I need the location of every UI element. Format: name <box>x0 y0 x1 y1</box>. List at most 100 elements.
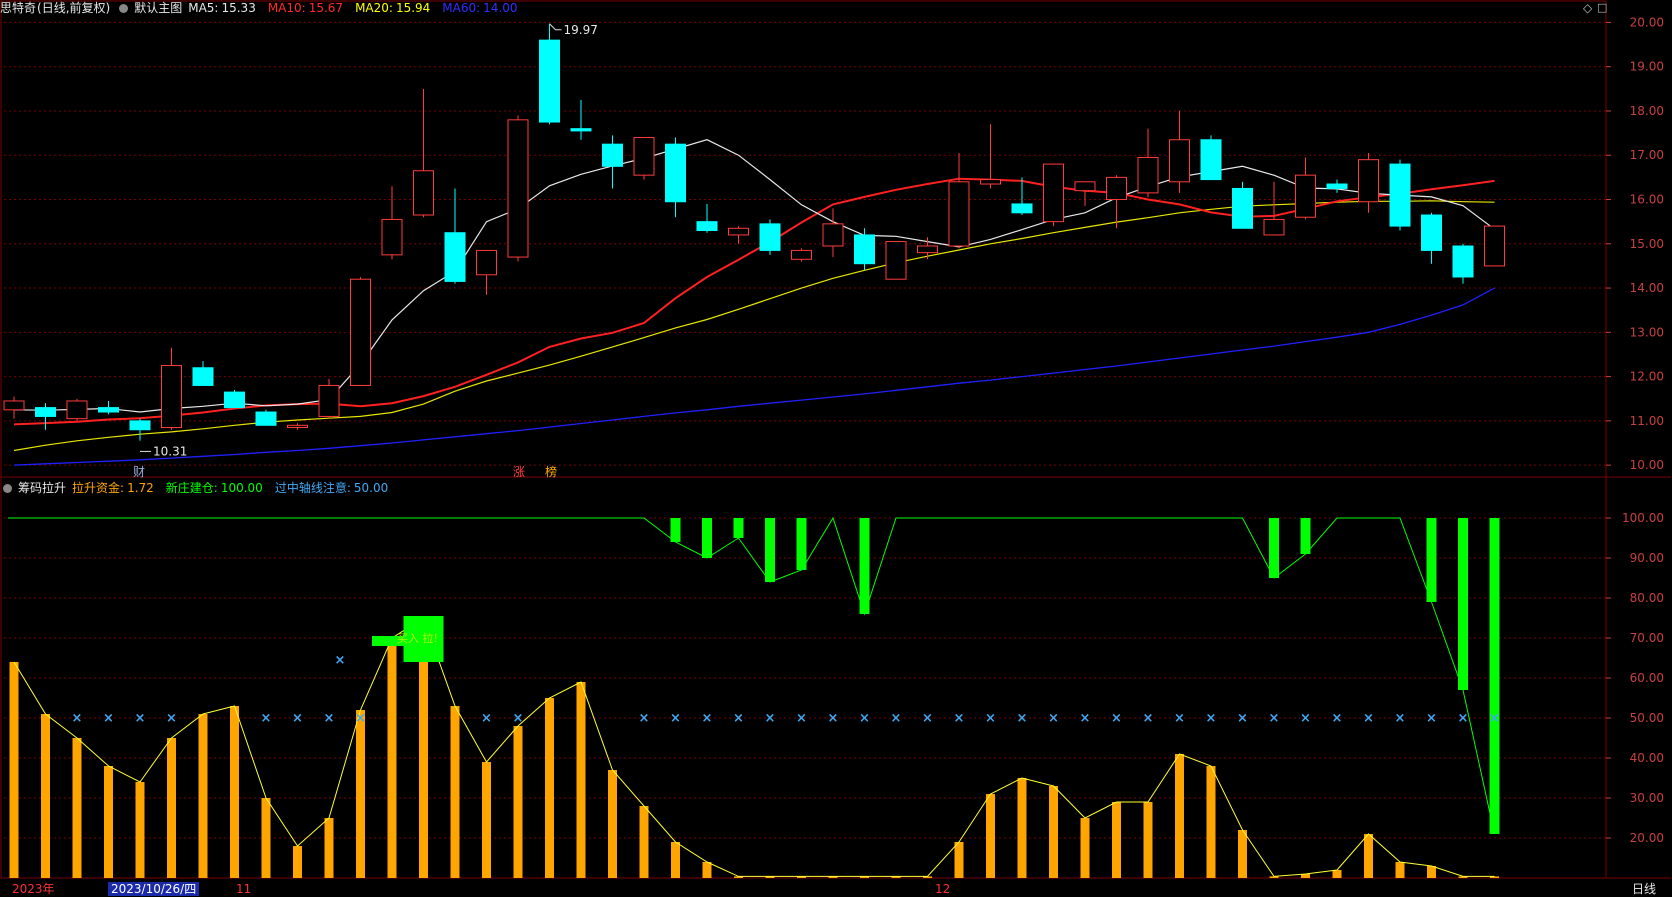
candle-body <box>665 143 686 203</box>
lift-fund-bar <box>41 714 50 878</box>
candle-body <box>98 407 119 413</box>
mid-axis-cross: × <box>954 711 965 726</box>
ma5-readout: MA5: 15.33 <box>188 1 262 15</box>
candle <box>1484 225 1505 267</box>
indicator-tick-label: 40.00 <box>1630 751 1664 765</box>
candle-body <box>35 407 56 417</box>
diamond-icon[interactable]: ◇ <box>1583 1 1592 15</box>
candle <box>948 153 970 249</box>
candle-body <box>885 241 907 280</box>
price-tick-label: 11.00 <box>1630 414 1664 428</box>
financial-report-marker[interactable]: 财 <box>133 463 145 480</box>
candle <box>1137 128 1159 198</box>
mid-axis-cross: × <box>639 711 650 726</box>
mid-axis-cross: × <box>1237 711 1248 726</box>
ma10-line <box>13 177 1495 426</box>
ma10-label: MA10: <box>267 1 306 15</box>
indicator-name[interactable]: 筹码拉升 <box>18 481 66 495</box>
mid-axis-cross: × <box>702 711 713 726</box>
candle <box>759 219 781 255</box>
candle-body <box>476 249 497 276</box>
candle <box>602 135 623 189</box>
mid-axis-cross: × <box>796 711 807 726</box>
lift-fund-bar <box>671 842 680 878</box>
collapse-icon[interactable]: □ <box>1597 1 1607 14</box>
price-tick-label: 13.00 <box>1630 325 1664 339</box>
lift-fund-bar <box>230 706 239 878</box>
ranking-marker[interactable]: 榜 <box>545 463 557 480</box>
mid-axis-cross: × <box>1363 711 1374 726</box>
ma20-line <box>13 200 1495 452</box>
candle-body <box>1263 218 1285 236</box>
candle <box>444 188 466 284</box>
lift-fund-bar <box>1206 766 1216 878</box>
candle <box>885 241 907 280</box>
candle-body <box>350 278 371 386</box>
new-position-bar <box>1489 518 1500 834</box>
mid-axis-cross: × <box>828 711 839 726</box>
candle <box>1232 181 1253 229</box>
candle <box>1295 157 1316 220</box>
candle-body <box>507 119 529 258</box>
candle <box>318 378 340 419</box>
candle <box>255 409 277 426</box>
lift-fund-bar <box>198 714 208 878</box>
low-price-label: 10.31 <box>153 444 187 458</box>
price-tick-label: 15.00 <box>1630 237 1664 251</box>
mid-axis-cross: × <box>1111 711 1122 726</box>
candle <box>224 389 245 409</box>
candle-body <box>980 179 1001 185</box>
high-price-label: 19.97 <box>564 23 598 37</box>
candle <box>35 403 56 430</box>
mid-axis-cross: × <box>1332 711 1343 726</box>
indicator-toggle-icon[interactable] <box>3 484 12 493</box>
candle <box>350 276 371 386</box>
candle-body <box>287 424 308 429</box>
price-tick-label: 19.00 <box>1630 60 1664 74</box>
x-label-december: 12 <box>935 882 951 896</box>
indicator-panel: × × × × × × × × × × × × × × × × × × × × × × × × × × × × × × × × × × × × × × × 买… <box>8 516 1500 878</box>
candle <box>161 347 182 430</box>
mid-axis-cross: × <box>733 711 744 726</box>
mid-axis-cross: × <box>166 711 177 726</box>
ma60-readout: MA60: 14.00 <box>442 1 523 15</box>
candle <box>1452 243 1474 284</box>
candle-body <box>1106 176 1127 201</box>
new-position-bar <box>733 518 744 538</box>
lift-fund-bar <box>986 794 995 878</box>
mid-axis-cross: × <box>1017 711 1028 726</box>
candle <box>98 400 119 415</box>
candle-body <box>255 411 277 426</box>
mid-axis-cross: × <box>72 711 83 726</box>
candle <box>3 396 25 419</box>
candle-body <box>948 181 970 247</box>
indicator-tick-label: 60.00 <box>1630 671 1664 685</box>
limit-up-marker[interactable]: 涨 <box>513 463 525 480</box>
template-toggle-icon[interactable] <box>119 4 129 13</box>
candle-body <box>66 400 88 420</box>
mid-axis-cross: × <box>985 711 996 726</box>
candle <box>791 248 812 262</box>
s1-label: 拉升资金: <box>72 481 125 495</box>
mid-axis-cross: × <box>1048 711 1059 726</box>
new-position-bar <box>1300 518 1311 554</box>
ma10-readout: MA10: 15.67 <box>268 1 349 15</box>
candle <box>1421 212 1442 264</box>
chart-frame <box>0 0 1607 879</box>
candle-body <box>633 137 655 176</box>
stock-name[interactable]: 思特奇 <box>0 1 36 15</box>
mid-axis-cross: × <box>481 711 492 726</box>
lift-fund-bar <box>1175 754 1184 878</box>
ma20-label: MA20: <box>355 1 393 15</box>
candle-body <box>1169 139 1190 183</box>
template-name[interactable]: 默认主图 <box>134 1 182 15</box>
candle-body <box>444 232 466 282</box>
lift-fund-bar <box>1364 834 1373 878</box>
period-daily-button[interactable]: 日线 <box>1632 882 1656 896</box>
candle-body <box>1232 187 1253 229</box>
candle <box>1263 181 1285 236</box>
lift-fund-bar <box>1143 802 1153 878</box>
stock-chart[interactable]: 19.9710.31 × × × × × × × × × × × × × × × × × × × × × × × × × × × × ×… <box>0 0 1672 897</box>
s3-value: 50.00 <box>353 481 389 495</box>
candle <box>665 137 686 218</box>
